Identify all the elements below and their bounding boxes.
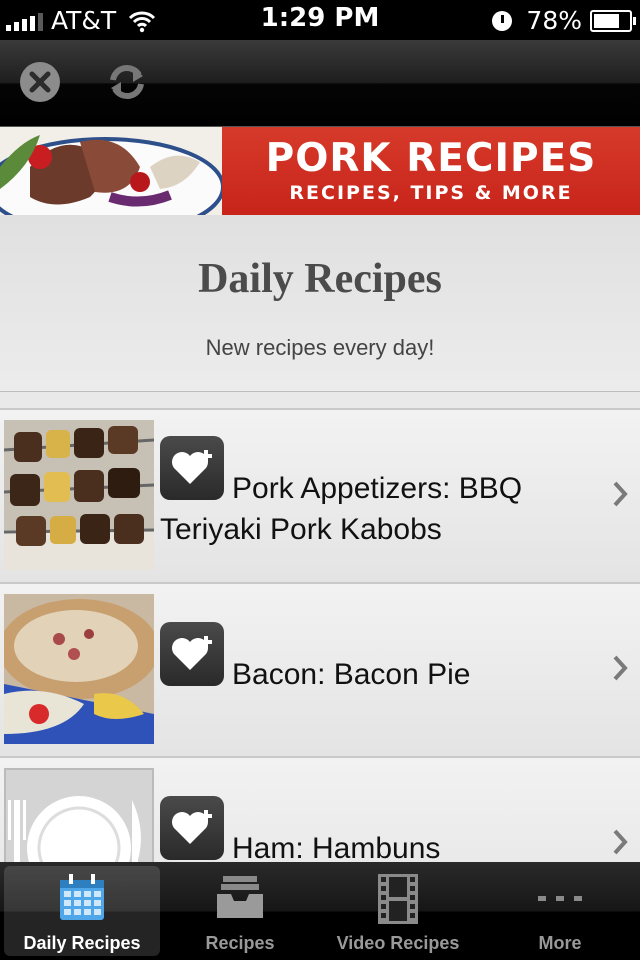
page-subtitle: New recipes every day! [205,335,435,360]
refresh-icon [110,64,144,100]
tab-label: Video Recipes [336,933,460,953]
tab-label: Recipes [205,933,275,953]
pork-recipes-banner[interactable]: PORK RECIPES RECIPES, TIPS & MORE [0,127,640,215]
status-bar: AT&T 1:29 PM 78% [0,0,640,40]
page-title: Daily Recipes [198,256,442,302]
more-dots-icon [538,896,582,901]
list-item[interactable]: Ham: Hambuns [0,756,640,862]
add-favorite-button[interactable] [160,622,224,686]
tab-more[interactable]: More [482,866,638,956]
tab-bar: Daily Recipes Recipes Video Recipes More [0,862,640,960]
banner-subtitle: RECIPES, TIPS & MORE [289,182,573,204]
recipe-thumbnail [4,594,154,744]
chevron-right-icon [613,829,628,855]
plate-cutlery-icon [8,796,141,862]
tab-daily-recipes[interactable]: Daily Recipes [4,866,160,956]
battery-icon [590,9,636,32]
list-item[interactable]: Bacon: Bacon Pie [0,582,640,756]
calendar-icon [60,874,104,920]
top-toolbar [0,40,640,127]
recipe-thumbnail-placeholder [4,768,154,862]
tab-recipes[interactable]: Recipes [162,866,318,956]
refresh-button[interactable] [105,60,149,104]
battery-percent: 78% [526,6,582,35]
add-favorite-button[interactable] [160,796,224,860]
list-item[interactable]: Pork Appetizers: BBQ Teriyaki Pork Kabob… [0,408,640,582]
page-header: Daily Recipes New recipes every day! [0,215,640,393]
chevron-right-icon [613,655,628,681]
banner-title: PORK RECIPES [265,136,597,181]
film-strip-icon [378,874,418,924]
close-button[interactable] [18,60,62,104]
tab-label: More [538,933,582,953]
recipe-title: Bacon: Bacon Pie [232,658,471,691]
tab-video-recipes[interactable]: Video Recipes [320,866,476,956]
recipe-title: Ham: Hambuns [232,832,441,862]
banner-food-photo [0,127,222,215]
recipe-title: Pork Appetizers: BBQ Teriyaki Pork Kabob… [160,472,523,546]
banner-title-block: PORK RECIPES RECIPES, TIPS & MORE [222,127,640,215]
heart-plus-icon [172,810,212,844]
close-icon [20,62,60,102]
recipe-list: Pork Appetizers: BBQ Teriyaki Pork Kabob… [0,392,640,862]
inbox-tray-icon [217,876,263,918]
recipe-thumbnail [4,420,154,570]
heart-plus-icon [172,636,212,670]
chevron-right-icon [613,481,628,507]
tab-label: Daily Recipes [23,933,141,953]
alarm-clock-icon [492,10,513,31]
